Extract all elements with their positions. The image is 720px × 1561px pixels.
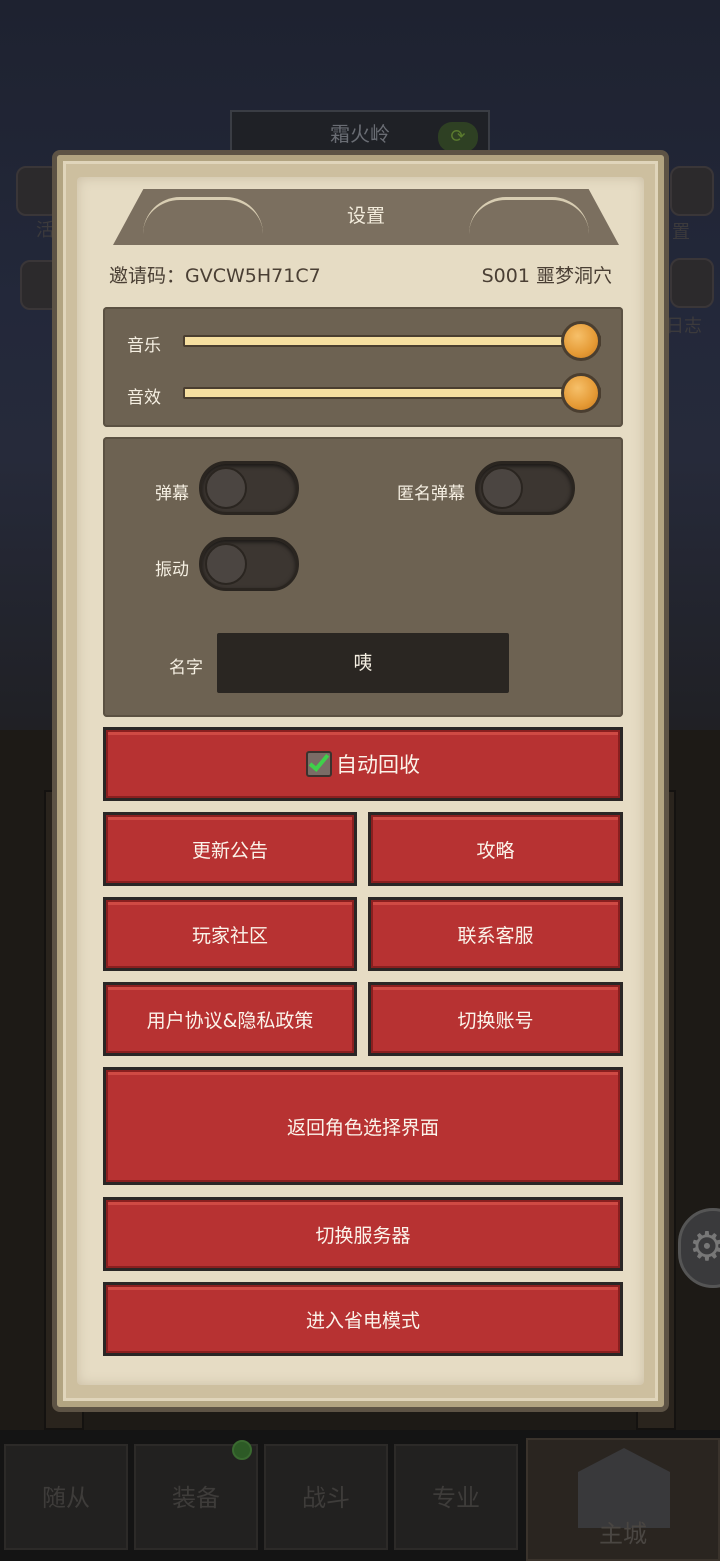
anon-danmaku-label: 匿名弹幕 bbox=[397, 484, 465, 504]
switch-server-button[interactable]: 切换服务器 bbox=[103, 1197, 623, 1271]
settings-title: 设置 bbox=[346, 205, 385, 227]
sfx-slider-track[interactable] bbox=[183, 387, 601, 399]
nav-tab-main-city: 主城 bbox=[526, 1438, 720, 1561]
button-label: 联系客服 bbox=[457, 924, 534, 947]
community-button[interactable]: 玩家社区 bbox=[103, 897, 357, 971]
nav-tab-label: 装备 bbox=[172, 1484, 220, 1512]
audio-settings-box: 音乐 音效 bbox=[103, 307, 623, 427]
name-label: 名字 bbox=[169, 658, 203, 678]
button-label: 玩家社区 bbox=[191, 924, 268, 947]
switch-account-button[interactable]: 切换账号 bbox=[368, 982, 623, 1056]
auto-recycle-button[interactable]: 自动回收 bbox=[103, 727, 623, 801]
notification-dot bbox=[232, 1440, 252, 1460]
name-field[interactable]: 咦 bbox=[217, 633, 509, 693]
button-label: 更新公告 bbox=[191, 839, 268, 862]
nav-tab-equipment: 装备 bbox=[134, 1444, 258, 1550]
settings-panel: 设置 邀请码：GVCW5H71C7 S001 噩梦洞穴 音乐 音效 弹幕 匿名弹… bbox=[52, 150, 669, 1412]
auto-recycle-label: 自动回收 bbox=[336, 753, 420, 777]
server-name: S001 噩梦洞穴 bbox=[481, 265, 612, 287]
refresh-icon: ⟳ bbox=[438, 122, 478, 152]
nav-main-label: 主城 bbox=[599, 1520, 647, 1548]
anon-danmaku-toggle[interactable] bbox=[475, 461, 575, 515]
music-label: 音乐 bbox=[127, 336, 161, 356]
location-name: 霜火岭 bbox=[330, 122, 390, 146]
nav-tab-followers: 随从 bbox=[4, 1444, 128, 1550]
vibration-toggle[interactable] bbox=[199, 537, 299, 591]
toggle-settings-box: 弹幕 匿名弹幕 振动 名字 咦 bbox=[103, 437, 623, 717]
invite-code-label: 邀请码： bbox=[109, 265, 186, 287]
checkmark-icon bbox=[308, 750, 330, 772]
auto-recycle-checkbox[interactable] bbox=[306, 750, 332, 777]
nav-tab-label: 专业 bbox=[432, 1484, 480, 1512]
invite-code-row: 邀请码：GVCW5H71C7 bbox=[109, 261, 321, 288]
button-label: 攻略 bbox=[476, 839, 515, 862]
side-label-settings: 置 bbox=[672, 222, 690, 243]
music-slider-handle[interactable] bbox=[561, 321, 601, 361]
invite-code-value[interactable]: GVCW5H71C7 bbox=[185, 265, 321, 287]
back-to-character-select-button[interactable]: 返回角色选择界面 bbox=[103, 1067, 623, 1185]
toggle-knob bbox=[481, 467, 523, 509]
sfx-label: 音效 bbox=[127, 388, 161, 408]
button-label: 用户协议&隐私政策 bbox=[146, 1009, 314, 1032]
side-log-icon bbox=[670, 258, 714, 308]
toggle-knob bbox=[205, 543, 247, 585]
side-settings-icon bbox=[670, 166, 714, 216]
danmaku-toggle[interactable] bbox=[199, 461, 299, 515]
announcement-button[interactable]: 更新公告 bbox=[103, 812, 357, 886]
nav-tab-label: 战斗 bbox=[302, 1484, 350, 1512]
guide-button[interactable]: 攻略 bbox=[368, 812, 623, 886]
button-label: 进入省电模式 bbox=[305, 1309, 420, 1332]
nav-tab-label: 随从 bbox=[42, 1484, 90, 1512]
button-label: 切换服务器 bbox=[315, 1224, 411, 1247]
support-button[interactable]: 联系客服 bbox=[368, 897, 623, 971]
button-label: 返回角色选择界面 bbox=[286, 1116, 439, 1139]
side-label-log: 日志 bbox=[666, 316, 702, 337]
button-label: 切换账号 bbox=[457, 1009, 534, 1032]
toggle-knob bbox=[205, 467, 247, 509]
danmaku-label: 弹幕 bbox=[155, 484, 189, 504]
nav-tab-profession: 专业 bbox=[394, 1444, 518, 1550]
vibration-label: 振动 bbox=[155, 560, 189, 580]
privacy-button[interactable]: 用户协议&隐私政策 bbox=[103, 982, 357, 1056]
power-save-button[interactable]: 进入省电模式 bbox=[103, 1282, 623, 1356]
music-slider-track[interactable] bbox=[183, 335, 601, 347]
sfx-slider-handle[interactable] bbox=[561, 373, 601, 413]
nav-tab-battle: 战斗 bbox=[264, 1444, 388, 1550]
